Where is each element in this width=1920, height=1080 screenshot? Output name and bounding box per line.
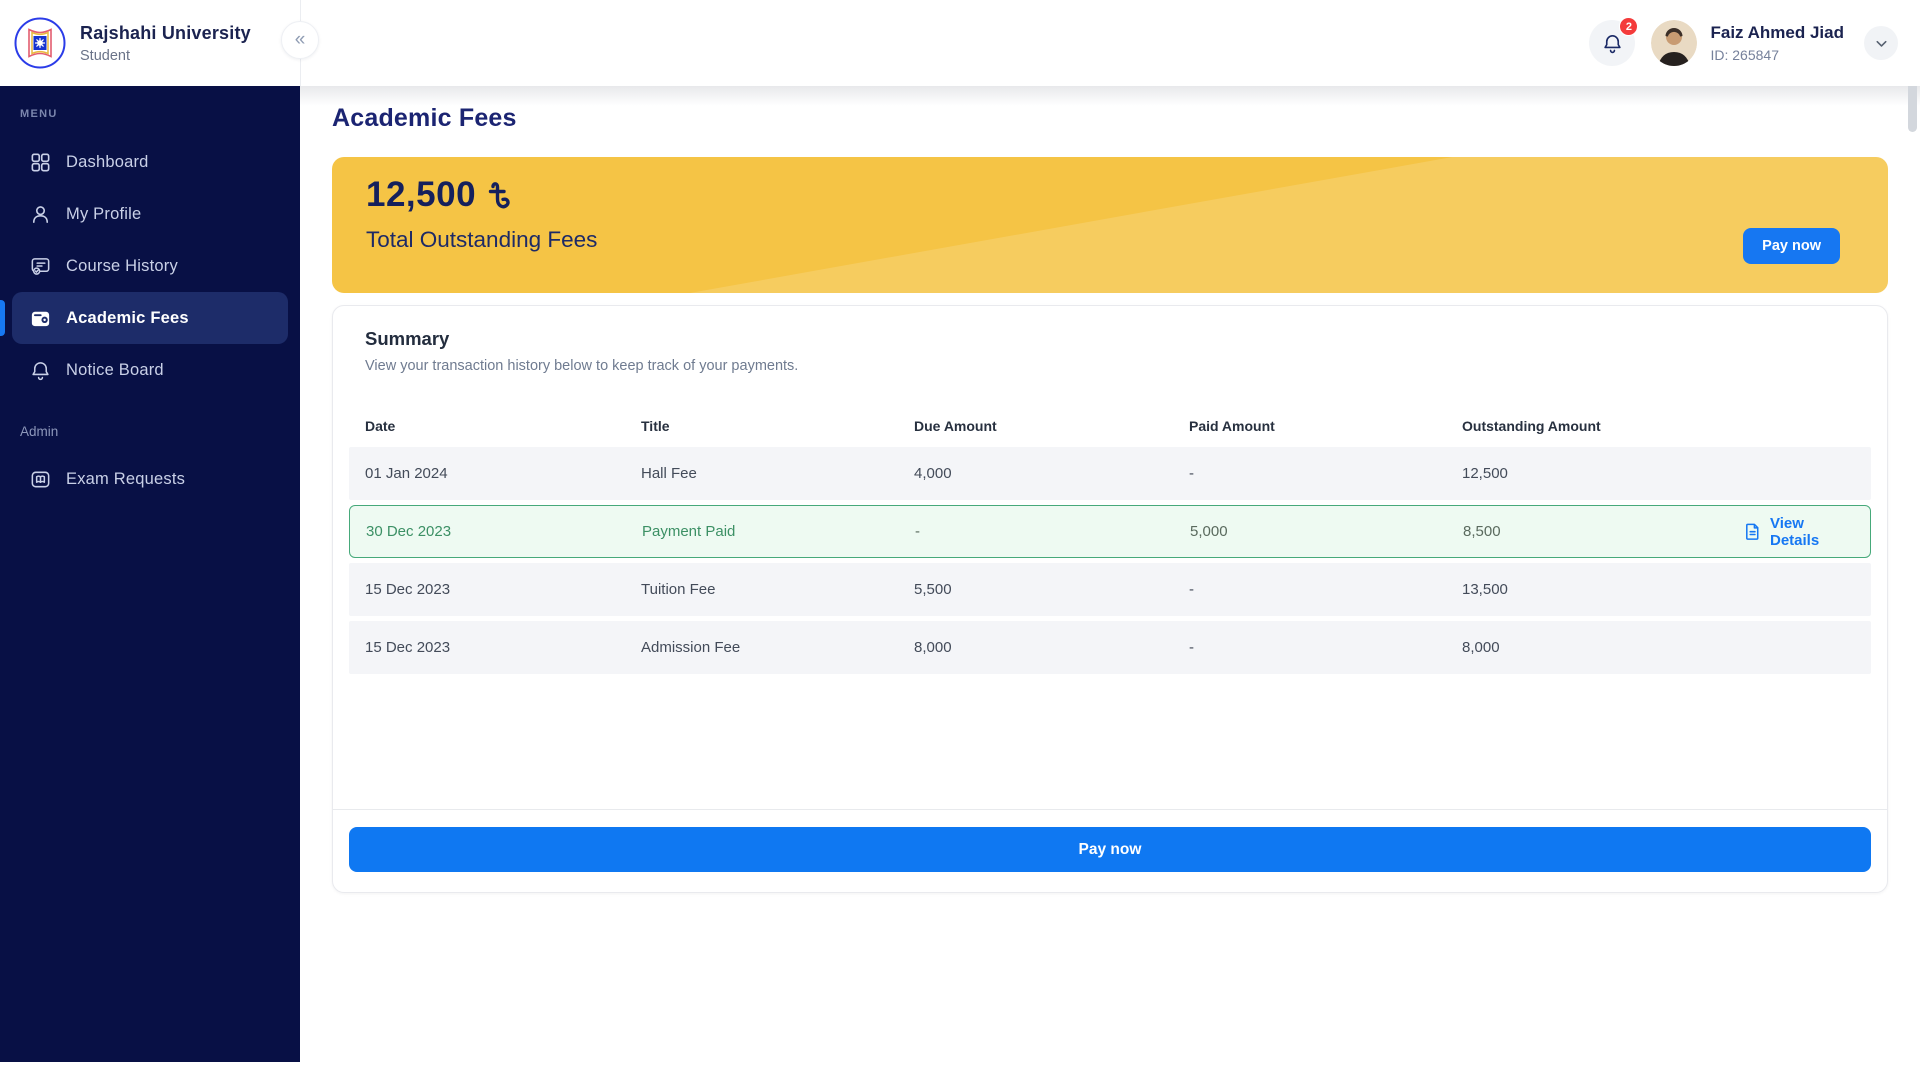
column-header-title: Title <box>625 418 898 434</box>
cell-paid: - <box>1173 465 1446 482</box>
dashboard-grid-icon <box>28 150 52 174</box>
table-row: 15 Dec 2023 Admission Fee 8,000 - 8,000 <box>349 621 1871 674</box>
cell-date: 30 Dec 2023 <box>350 523 626 540</box>
column-header-date: Date <box>349 418 625 434</box>
cell-due: 5,500 <box>898 581 1173 598</box>
wallet-icon <box>28 306 52 330</box>
cell-date: 15 Dec 2023 <box>349 639 625 656</box>
sidebar-item-label: Academic Fees <box>66 309 189 328</box>
admin-section-label: Admin <box>20 424 300 439</box>
bell-icon <box>28 358 52 382</box>
profile-person-icon <box>28 202 52 226</box>
banner-pay-now-button[interactable]: Pay now <box>1743 228 1840 264</box>
main-content: Academic Fees 12,500 Total Outstanding F… <box>300 86 1920 1080</box>
view-details-label: View Details <box>1770 515 1854 549</box>
menu-section-label: MENU <box>20 108 300 120</box>
user-avatar[interactable] <box>1651 20 1697 66</box>
summary-subtitle: View your transaction history below to k… <box>365 358 798 374</box>
table-row-highlighted: 30 Dec 2023 Payment Paid - 5,000 8,500 <box>349 505 1871 558</box>
taka-currency-icon <box>486 180 512 212</box>
table-row: 01 Jan 2024 Hall Fee 4,000 - 12,500 <box>349 447 1871 500</box>
summary-title: Summary <box>365 328 449 350</box>
cell-due: - <box>899 523 1174 540</box>
cell-outstanding: 13,500 <box>1446 581 1726 598</box>
sidebar-item-dashboard[interactable]: Dashboard <box>0 136 300 188</box>
profile-menu-button[interactable] <box>1864 26 1898 60</box>
sidebar-item-label: Dashboard <box>66 153 149 172</box>
banner-label: Total Outstanding Fees <box>366 227 597 253</box>
user-id: ID: 265847 <box>1710 47 1844 63</box>
sidebar-item-label: My Profile <box>66 205 141 224</box>
outstanding-fees-banner: 12,500 Total Outstanding Fees Pay now <box>332 157 1888 293</box>
sidebar-item-course-history[interactable]: Course History <box>0 240 300 292</box>
book-icon <box>28 467 52 491</box>
cell-paid: - <box>1173 639 1446 656</box>
cell-title: Admission Fee <box>625 639 898 656</box>
footer-pay-now-button[interactable]: Pay now <box>349 827 1871 872</box>
cell-date: 01 Jan 2024 <box>349 465 625 482</box>
cell-title: Payment Paid <box>626 523 899 540</box>
portal-role: Student <box>80 48 251 64</box>
chevron-down-icon <box>1873 35 1890 52</box>
page-title: Academic Fees <box>332 104 517 133</box>
cell-due: 4,000 <box>898 465 1173 482</box>
cell-title: Tuition Fee <box>625 581 898 598</box>
summary-card: Summary View your transaction history be… <box>332 305 1888 893</box>
column-header-outstanding: Outstanding Amount <box>1446 418 1726 434</box>
cell-paid: 5,000 <box>1174 523 1447 540</box>
table-header-row: Date Title Due Amount Paid Amount Outsta… <box>349 410 1871 442</box>
sidebar-item-label: Notice Board <box>66 361 164 380</box>
cell-due: 8,000 <box>898 639 1173 656</box>
card-footer-divider <box>333 809 1887 810</box>
top-header: Rajshahi University Student « 2 <box>0 0 1920 86</box>
sidebar-item-exam-requests[interactable]: Exam Requests <box>0 453 300 505</box>
file-document-icon <box>1743 522 1762 541</box>
collapse-chevrons-icon: « <box>295 29 306 51</box>
view-details-link[interactable]: View Details <box>1743 515 1854 549</box>
table-row: 15 Dec 2023 Tuition Fee 5,500 - 13,500 <box>349 563 1871 616</box>
sidebar-collapse-button[interactable]: « <box>281 21 319 59</box>
university-name: Rajshahi University <box>80 23 251 44</box>
sidebar-item-my-profile[interactable]: My Profile <box>0 188 300 240</box>
header-right-controls: 2 Faiz Ahmed Jiad ID: 265847 <box>1589 0 1898 86</box>
sidebar: MENU Dashboard My Profile <box>0 86 300 1062</box>
column-header-due: Due Amount <box>898 418 1173 434</box>
cell-title: Hall Fee <box>625 465 898 482</box>
notifications-button[interactable]: 2 <box>1589 20 1635 66</box>
cell-outstanding: 8,500 <box>1447 523 1727 540</box>
user-info: Faiz Ahmed Jiad ID: 265847 <box>1710 23 1844 63</box>
active-accent-bar <box>0 300 5 336</box>
cell-outstanding: 8,000 <box>1446 639 1726 656</box>
sidebar-item-notice-board[interactable]: Notice Board <box>0 344 300 396</box>
banner-text: 12,500 Total Outstanding Fees <box>366 175 597 253</box>
outstanding-amount: 12,500 <box>366 175 476 215</box>
user-name: Faiz Ahmed Jiad <box>1710 23 1844 43</box>
bell-icon <box>1601 32 1624 55</box>
brand: Rajshahi University Student <box>14 17 251 69</box>
cell-paid: - <box>1173 581 1446 598</box>
notification-count-badge: 2 <box>1619 17 1638 36</box>
cell-outstanding: 12,500 <box>1446 465 1726 482</box>
course-history-icon <box>28 254 52 278</box>
column-header-paid: Paid Amount <box>1173 418 1446 434</box>
sidebar-item-label: Course History <box>66 257 178 276</box>
sidebar-item-academic-fees[interactable]: Academic Fees <box>12 292 288 344</box>
university-logo-icon <box>14 17 66 69</box>
sidebar-item-label: Exam Requests <box>66 470 185 489</box>
fees-table: Date Title Due Amount Paid Amount Outsta… <box>349 410 1871 674</box>
cell-date: 15 Dec 2023 <box>349 581 625 598</box>
app-root: Rajshahi University Student « 2 <box>0 0 1920 1080</box>
